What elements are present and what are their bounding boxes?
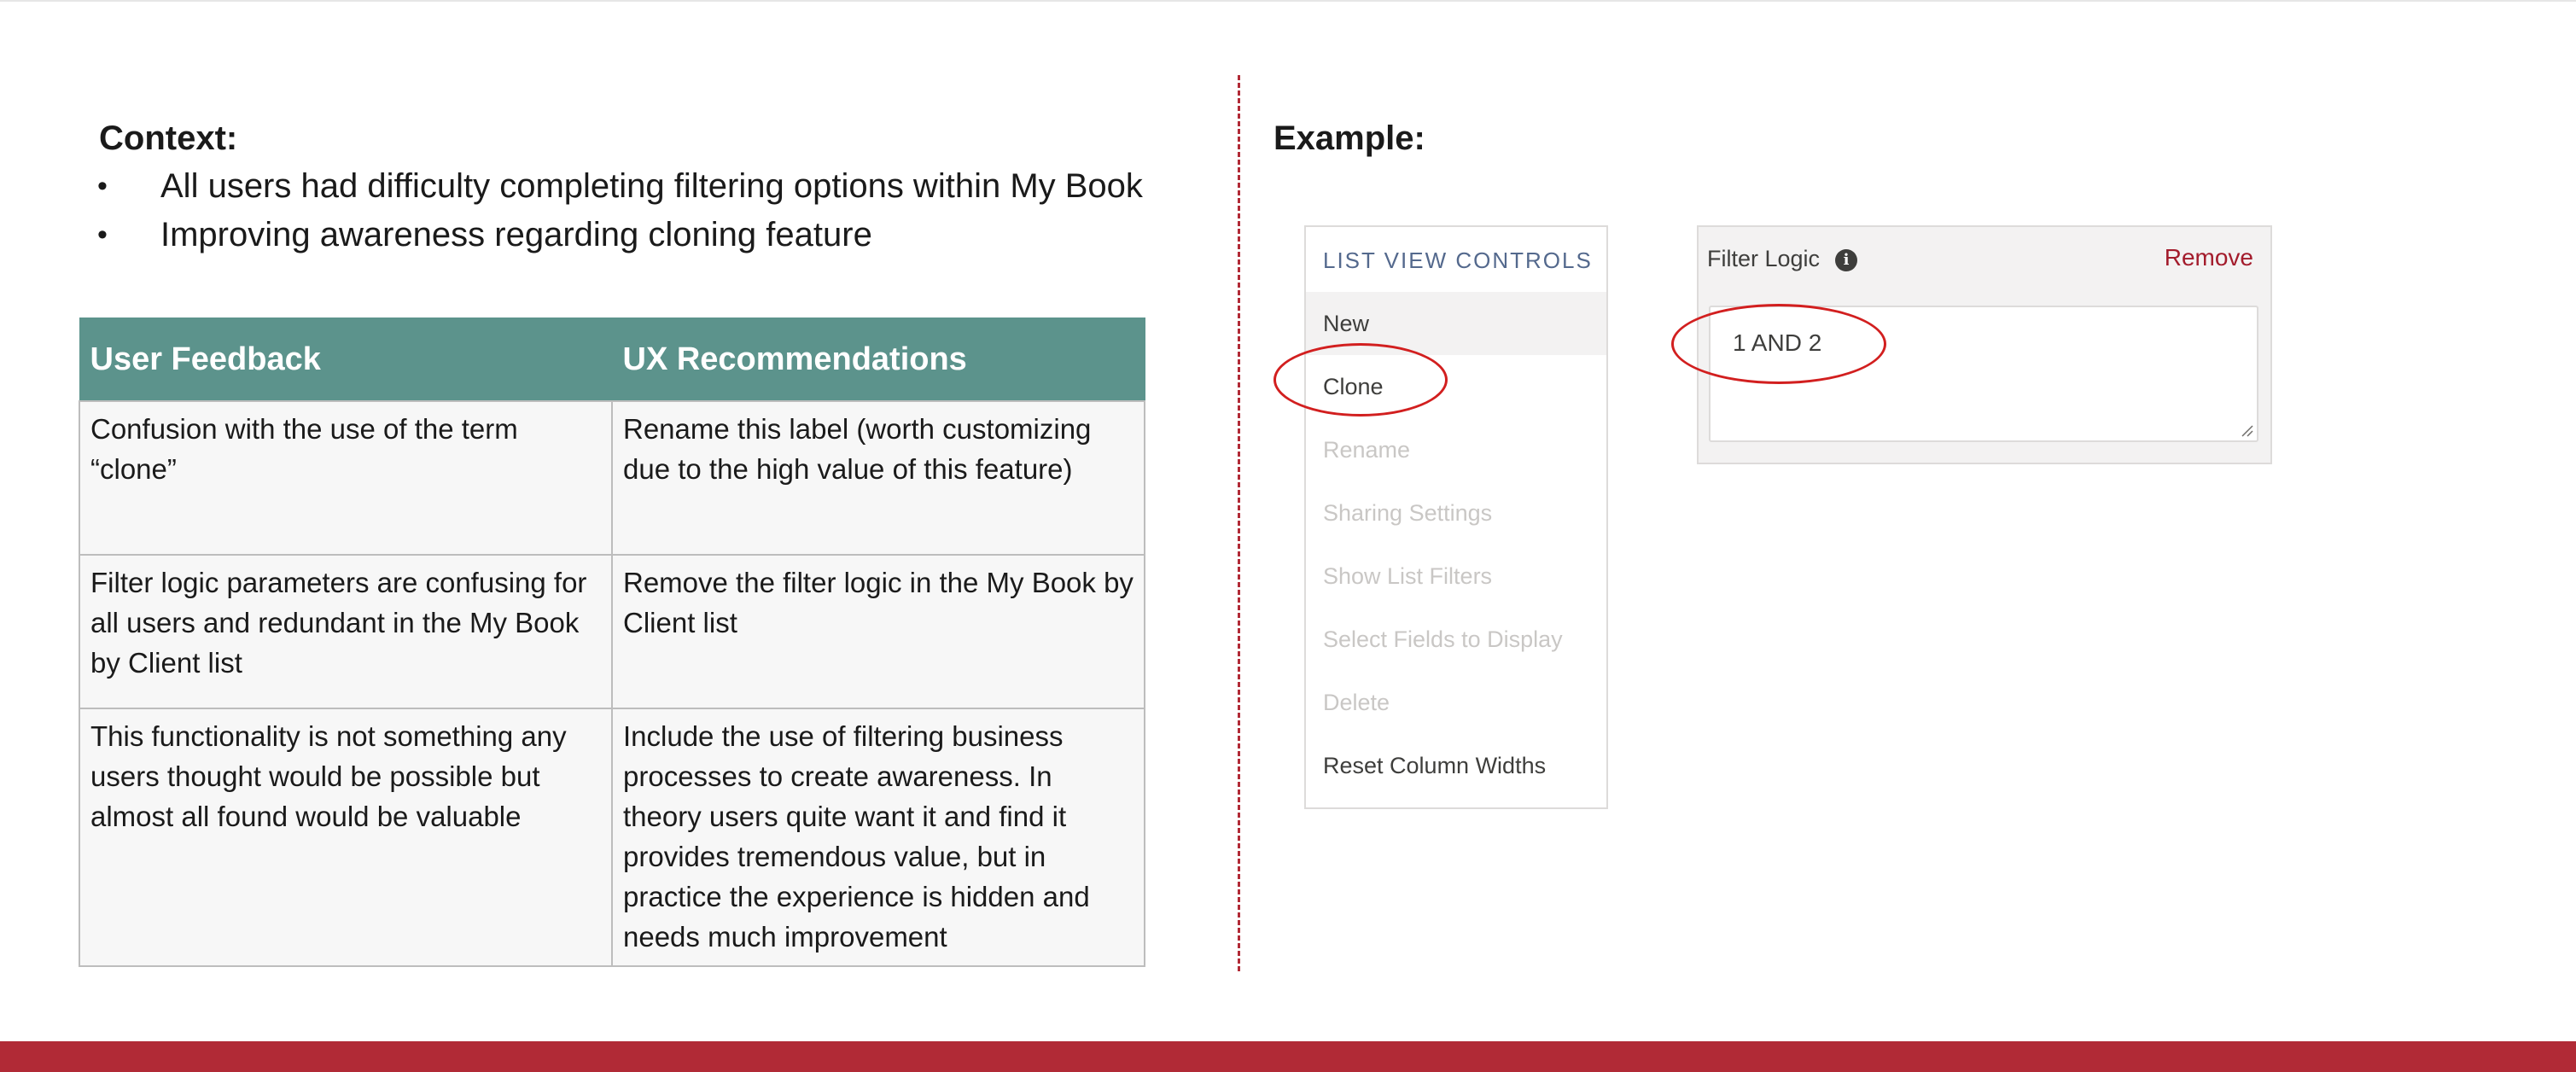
menu-item-rename: Rename	[1323, 437, 1411, 463]
top-rule	[0, 0, 2576, 2]
table-cell-feedback: Filter logic parameters are confusing fo…	[79, 554, 613, 709]
context-bullet: • All users had difficulty completing fil…	[97, 162, 1143, 211]
example-heading: Example:	[1273, 119, 1425, 157]
context-bullet-list: • All users had difficulty completing fil…	[97, 162, 1143, 259]
bullet-icon: •	[97, 170, 108, 202]
context-heading: Context:	[99, 119, 238, 157]
clone-highlight-ring	[1273, 343, 1448, 417]
menu-item-select-fields: Select Fields to Display	[1323, 626, 1563, 652]
list-view-controls-menu: LIST VIEW CONTROLS New Clone Rename Shar…	[1304, 225, 1608, 809]
context-bullet: • Improving awareness regarding cloning f…	[97, 211, 1143, 259]
table-cell-feedback: Confusion with the use of the term “clon…	[79, 400, 613, 556]
table-row: Confusion with the use of the term “clon…	[79, 400, 1145, 556]
table-header-row: User Feedback UX Recommendations	[79, 318, 1145, 402]
section-divider	[1238, 75, 1240, 971]
table-header-ux-recommendations: UX Recommendations	[611, 318, 1145, 402]
filter-value-highlight-ring	[1671, 304, 1886, 384]
table-header-user-feedback: User Feedback	[79, 318, 613, 402]
menu-item-reset-column-widths[interactable]: Reset Column Widths	[1306, 734, 1606, 797]
bullet-icon: •	[97, 218, 108, 251]
info-icon[interactable]: i	[1835, 249, 1857, 271]
menu-item-show-list-filters: Show List Filters	[1323, 563, 1493, 589]
filter-logic-label: Filter Logic	[1707, 246, 1821, 271]
remove-link[interactable]: Remove	[2165, 244, 2253, 271]
table-cell-recommendation: Rename this label (worth customizing due…	[611, 400, 1145, 556]
table-cell-recommendation: Remove the filter logic in the My Book b…	[611, 554, 1145, 709]
table-cell-recommendation: Include the use of filtering business pr…	[611, 708, 1145, 967]
table-row: This functionality is not something any …	[79, 708, 1145, 967]
menu-item-delete: Delete	[1323, 690, 1390, 715]
menu-item-sharing-settings: Sharing Settings	[1323, 500, 1493, 526]
table-cell-feedback: This functionality is not something any …	[79, 708, 613, 967]
footer-bar	[0, 1041, 2576, 1072]
resize-handle-icon[interactable]	[2240, 423, 2253, 437]
feedback-table: User Feedback UX Recommendations Confusi…	[79, 318, 1145, 967]
table-row: Filter logic parameters are confusing fo…	[79, 554, 1145, 709]
context-bullet-text: All users had difficulty completing filt…	[160, 167, 1143, 205]
context-bullet-text: Improving awareness regarding cloning fe…	[160, 216, 872, 253]
menu-title: LIST VIEW CONTROLS	[1323, 248, 1593, 273]
